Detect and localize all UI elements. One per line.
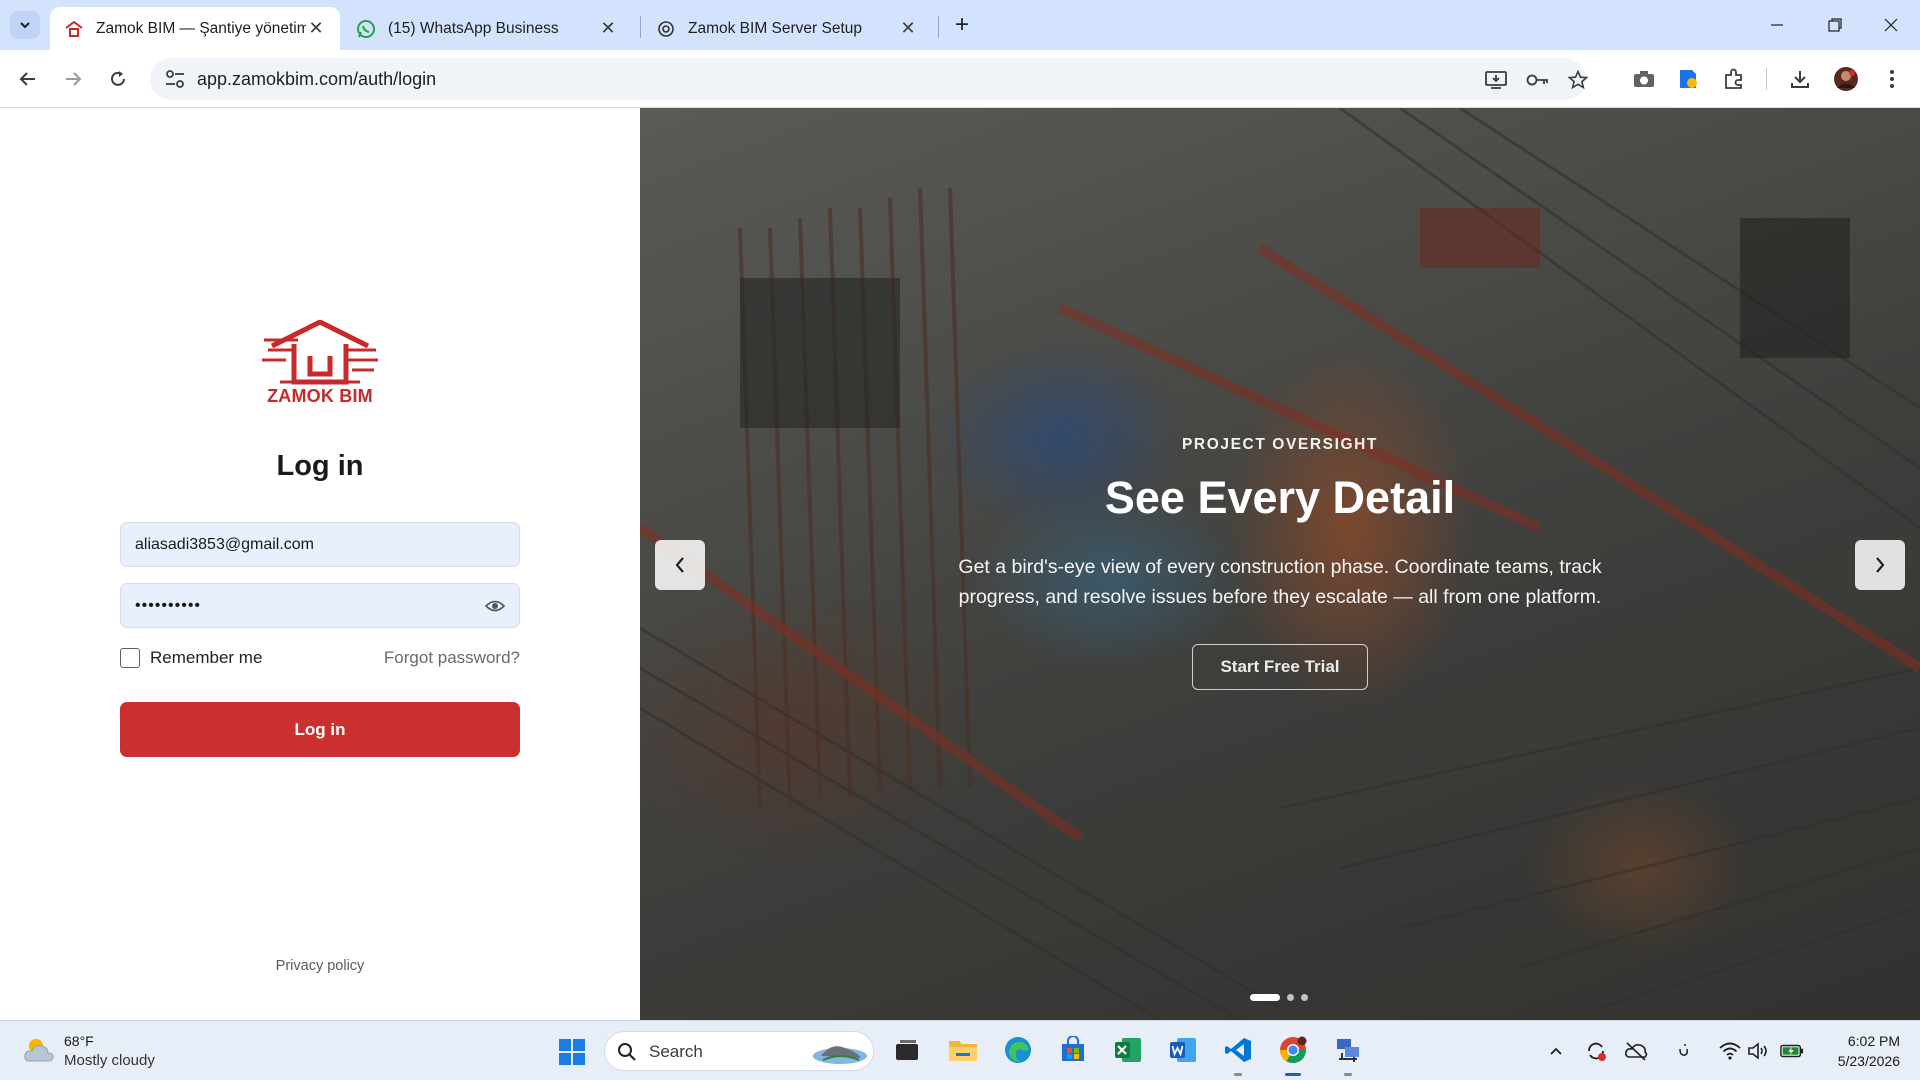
carousel-next-button[interactable] xyxy=(1855,540,1905,590)
toolbar-separator xyxy=(1766,68,1767,90)
address-bar[interactable]: app.zamokbim.com/auth/login xyxy=(150,58,1588,100)
chrome-menu-icon[interactable] xyxy=(1878,65,1906,93)
hero-carousel: PROJECT OVERSIGHT See Every Detail Get a… xyxy=(640,108,1920,1020)
restore-button[interactable] xyxy=(1806,0,1864,50)
tab-whatsapp[interactable]: (15) WhatsApp Business ✕ xyxy=(342,7,632,50)
edge-icon[interactable] xyxy=(1001,1033,1035,1067)
language-indicator-icon[interactable] xyxy=(1672,1039,1696,1063)
remember-me-checkbox[interactable] xyxy=(120,648,140,668)
logo-text: ZAMOK BIM xyxy=(267,386,373,406)
remember-me-label[interactable]: Remember me xyxy=(150,648,262,668)
search-label: Search xyxy=(649,1042,703,1061)
carousel-dot-1[interactable] xyxy=(1250,994,1280,1001)
browser-toolbar: app.zamokbim.com/auth/login xyxy=(0,50,1920,108)
task-view-icon[interactable] xyxy=(890,1033,924,1067)
battery-charging-icon[interactable] xyxy=(1780,1039,1804,1063)
whatsapp-icon xyxy=(356,19,376,39)
start-free-trial-button[interactable]: Start Free Trial xyxy=(1192,644,1368,690)
forgot-password-link[interactable]: Forgot password? xyxy=(340,648,520,668)
windows-taskbar: 68°F Mostly cloudy Search 6:02 PM 5/23/2… xyxy=(0,1020,1920,1080)
page-title: Log in xyxy=(276,450,364,482)
chevron-down-icon xyxy=(20,22,30,29)
weather-temperature[interactable]: 68°F xyxy=(64,1033,94,1049)
browser-tab-bar: Zamok BIM — Şantiye yönetimi ✕ (15) What… xyxy=(0,0,1920,50)
file-explorer-icon[interactable] xyxy=(946,1033,980,1067)
chevron-left-icon xyxy=(675,557,684,573)
site-settings-icon[interactable] xyxy=(164,69,186,89)
zamok-logo-icon xyxy=(64,19,84,39)
taskbar-search[interactable]: Search xyxy=(604,1031,874,1071)
restore-icon xyxy=(1828,18,1842,32)
arrow-left-icon xyxy=(19,72,35,86)
tab-separator xyxy=(938,16,939,38)
profile-avatar[interactable] xyxy=(1832,65,1860,93)
hero-title: See Every Detail xyxy=(1104,472,1456,523)
chevron-right-icon xyxy=(1876,557,1885,573)
carousel-dot-3[interactable] xyxy=(1301,994,1308,1001)
carousel-prev-button[interactable] xyxy=(655,540,705,590)
back-button[interactable] xyxy=(12,63,44,95)
new-tab-button[interactable]: + xyxy=(948,11,976,39)
hero-description: Get a bird's-eye view of every construct… xyxy=(958,556,1602,608)
tab-search-button[interactable] xyxy=(10,11,40,39)
tab-server-setup[interactable]: Zamok BIM Server Setup ✕ xyxy=(642,7,932,50)
eye-icon[interactable] xyxy=(485,597,505,615)
cloudy-weather-icon[interactable] xyxy=(22,1035,56,1065)
close-icon[interactable]: ✕ xyxy=(598,18,618,39)
close-icon[interactable]: ✕ xyxy=(306,18,326,39)
privacy-policy-link[interactable]: Privacy policy xyxy=(220,958,420,974)
forward-button[interactable] xyxy=(57,63,89,95)
word-icon[interactable] xyxy=(1166,1033,1200,1067)
clock-time[interactable]: 6:02 PM xyxy=(1820,1033,1900,1049)
password-field[interactable]: •••••••••• xyxy=(120,583,520,628)
close-window-button[interactable] xyxy=(1862,0,1920,50)
search-icon xyxy=(618,1043,636,1061)
tab-title: Zamok BIM — Şantiye yönetimi xyxy=(96,19,306,37)
shield-extension-icon[interactable] xyxy=(1674,65,1702,93)
email-value: aliasadi3853@gmail.com xyxy=(135,535,314,553)
volume-icon[interactable] xyxy=(1746,1039,1770,1063)
windows-start-icon[interactable] xyxy=(558,1038,586,1066)
wifi-icon[interactable] xyxy=(1718,1039,1742,1063)
arrow-right-icon xyxy=(66,72,82,86)
close-icon xyxy=(1884,18,1898,32)
chrome-icon[interactable] xyxy=(1276,1033,1310,1076)
weather-description[interactable]: Mostly cloudy xyxy=(64,1052,155,1069)
page-content: ZAMOK BIM Log in aliasadi3853@gmail.com … xyxy=(0,108,1920,1020)
openai-icon xyxy=(656,19,676,39)
network-app-icon[interactable] xyxy=(1331,1033,1365,1076)
reload-icon xyxy=(111,71,125,86)
carousel-dots xyxy=(1250,994,1308,1001)
bookmark-star-icon[interactable] xyxy=(1566,68,1590,92)
minimize-icon xyxy=(1771,24,1783,26)
tab-separator xyxy=(640,16,641,38)
password-value: •••••••••• xyxy=(135,596,202,614)
cloud-off-icon[interactable] xyxy=(1624,1039,1648,1063)
login-panel: ZAMOK BIM Log in aliasadi3853@gmail.com … xyxy=(0,108,640,1020)
url-text[interactable]: app.zamokbim.com/auth/login xyxy=(197,69,436,90)
remember-me: Remember me xyxy=(120,648,262,668)
login-button[interactable]: Log in xyxy=(120,702,520,757)
close-icon[interactable]: ✕ xyxy=(898,18,918,39)
email-field[interactable]: aliasadi3853@gmail.com xyxy=(120,522,520,567)
tab-zamok-bim[interactable]: Zamok BIM — Şantiye yönetimi ✕ xyxy=(50,7,340,50)
store-icon[interactable] xyxy=(1056,1033,1090,1067)
hero-eyebrow: PROJECT OVERSIGHT xyxy=(1181,436,1378,453)
sync-alert-icon[interactable] xyxy=(1584,1039,1608,1063)
download-icon[interactable] xyxy=(1786,65,1814,93)
minimize-button[interactable] xyxy=(1748,0,1806,50)
reload-button[interactable] xyxy=(102,63,134,95)
password-key-icon[interactable] xyxy=(1526,68,1550,92)
search-highlight-icon xyxy=(813,1046,867,1064)
tab-title: Zamok BIM Server Setup xyxy=(688,19,863,37)
camera-extension-icon[interactable] xyxy=(1630,65,1658,93)
carousel-dot-2[interactable] xyxy=(1287,994,1294,1001)
clock-date[interactable]: 5/23/2026 xyxy=(1810,1053,1900,1069)
excel-icon[interactable] xyxy=(1111,1033,1145,1067)
tab-title: (15) WhatsApp Business xyxy=(388,19,559,37)
chevron-up-icon[interactable] xyxy=(1544,1039,1568,1063)
install-app-icon[interactable] xyxy=(1484,68,1508,92)
extensions-puzzle-icon[interactable] xyxy=(1720,65,1748,93)
vscode-icon[interactable] xyxy=(1221,1033,1255,1076)
